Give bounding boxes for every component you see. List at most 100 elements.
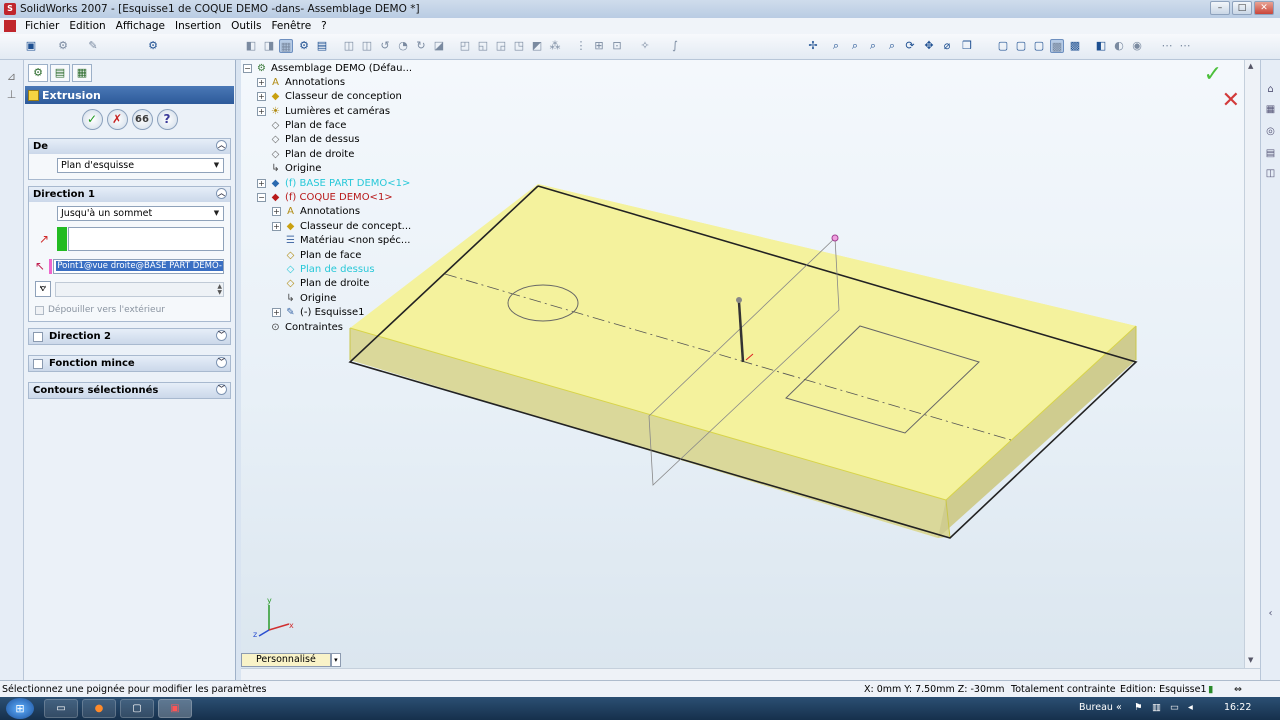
fillet-icon[interactable]: ◰ [458, 39, 472, 53]
assembly-icon[interactable]: ⚙ [146, 39, 160, 53]
help-button[interactable]: ? [156, 108, 178, 130]
dropdown-arrow-icon[interactable]: ▼ [211, 208, 222, 219]
maximize-button[interactable]: □ [1232, 1, 1252, 15]
mate-icon[interactable]: ◫ [342, 39, 356, 53]
tree-item-sub-origin[interactable]: ↳ Origine [284, 291, 336, 305]
rotate-icon[interactable]: ↺ [378, 39, 392, 53]
expand-node-icon[interactable]: + [257, 178, 266, 188]
tree-root[interactable]: − ⚙ Assemblage DEMO (Défau... [243, 61, 412, 75]
start-condition-select[interactable]: Plan d'esquisse ▼ [57, 158, 224, 173]
expand-node-icon[interactable]: + [257, 106, 266, 116]
shaded-icon[interactable]: ▩ [1068, 39, 1082, 53]
curves-icon[interactable]: ∫ [668, 39, 682, 53]
shell-icon[interactable]: ◲ [494, 39, 508, 53]
tray-desktop-label[interactable]: Bureau [1079, 702, 1113, 713]
tray-flag-icon[interactable]: ⚑ [1134, 702, 1143, 713]
tree-item-coque-demo[interactable]: − ◆ (f) COQUE DEMO<1> [257, 190, 393, 204]
circular-pattern-icon[interactable]: ⊡ [610, 39, 624, 53]
view-palette-icon[interactable]: ▤ [1264, 148, 1277, 161]
zoom-selection-icon[interactable]: ⌕ [885, 39, 899, 53]
view-orientation-icon[interactable]: ✢ [806, 39, 820, 53]
tree-item-annotations[interactable]: + A Annotations [257, 75, 345, 89]
config-tab[interactable]: Personnalisé [241, 652, 331, 667]
tree-item-base-part[interactable]: + ◆ (f) BASE PART DEMO<1> [257, 176, 410, 190]
shadows-icon[interactable]: ◐ [1112, 39, 1126, 53]
tray-volume-icon[interactable]: ◂ [1188, 702, 1193, 713]
tree-item-sub-design-binder[interactable]: + ◆ Classeur de concept... [272, 219, 411, 233]
appearances-icon[interactable]: ◫ [1264, 168, 1277, 181]
ok-button[interactable]: ✓ [81, 108, 103, 130]
move-icon[interactable]: ◫ [360, 39, 374, 53]
graphics-area[interactable]: y x z − ⚙ Assemblage DEMO (Défau... + A … [241, 60, 1260, 668]
dimension-tool-icon[interactable]: ⊥ [5, 88, 18, 101]
vertex-point[interactable] [831, 234, 839, 242]
menu-outils[interactable]: Outils [226, 20, 266, 32]
tree-item-material[interactable]: ☰ Matériau <non spéc... [284, 233, 410, 247]
cancel-button[interactable]: ✗ [106, 108, 128, 130]
vertex-icon[interactable]: ↖ [35, 257, 45, 275]
tree-item-front-plane[interactable]: ◇ Plan de face [269, 118, 347, 132]
minimize-button[interactable]: – [1210, 1, 1230, 15]
end-condition-select[interactable]: Jusqu'à un sommet ▼ [57, 206, 224, 221]
menu-affichage[interactable]: Affichage [111, 20, 170, 32]
expand-icon[interactable]: ﹀ [216, 357, 227, 368]
collapse-node-icon[interactable]: − [243, 63, 252, 73]
smart-dimension-icon[interactable]: ▦ [279, 39, 293, 53]
collapse-pane-icon[interactable]: ‹ [1264, 608, 1277, 621]
menu-insertion[interactable]: Insertion [170, 20, 226, 32]
menu-fenetre[interactable]: Fenêtre [266, 20, 316, 32]
solidworks-taskbar-icon[interactable]: ▣ [158, 699, 192, 718]
tree-item-sub-annotations[interactable]: + A Annotations [272, 204, 360, 218]
scroll-up-icon[interactable]: ▲ [1248, 62, 1253, 70]
close-button[interactable]: ✕ [1254, 1, 1274, 15]
linear-pattern-icon[interactable]: ⊞ [592, 39, 606, 53]
edit-component-icon[interactable]: ⚙ [297, 39, 311, 53]
rebuild-status-icon[interactable]: ▮ [1208, 684, 1213, 695]
draft-icon[interactable]: ◩ [530, 39, 544, 53]
window-taskbar-icon[interactable]: ▢ [120, 699, 154, 718]
hidden-lines-visible-icon[interactable]: ▢ [1014, 39, 1028, 53]
help-status-icon[interactable]: ⇔ [1234, 684, 1242, 695]
file-explorer-icon[interactable]: ◎ [1264, 126, 1277, 139]
collapse-node-icon[interactable]: − [257, 192, 266, 202]
chamfer-icon[interactable]: ◱ [476, 39, 490, 53]
explode-icon[interactable]: ↻ [414, 39, 428, 53]
scroll-down-icon[interactable]: ▼ [1248, 656, 1253, 664]
insert-component-icon[interactable]: ▤ [315, 39, 329, 53]
feature-manager-tab-icon[interactable]: ⚙ [28, 64, 48, 82]
vertical-scrollbar[interactable]: ▲ ▼ [1244, 60, 1260, 668]
tree-item-sub-top-plane[interactable]: ◇ Plan de dessus [284, 262, 375, 276]
hidden-lines-removed-icon[interactable]: ▢ [1032, 39, 1046, 53]
menu-help[interactable]: ? [316, 20, 332, 32]
pattern-icon[interactable]: ⁂ [548, 39, 562, 53]
zoom-in-out-icon[interactable]: ⌕ [866, 39, 880, 53]
mirror-icon[interactable]: ⋮ [574, 39, 588, 53]
group-contours-header[interactable]: Contours sélectionnés ﹀ [29, 383, 230, 398]
expand-node-icon[interactable]: + [257, 91, 266, 101]
group-direction2-header[interactable]: Direction 2 ﹀ [29, 329, 230, 344]
expand-node-icon[interactable]: + [272, 307, 281, 317]
zoom-area-icon[interactable]: ⌕ [848, 39, 862, 53]
tree-item-right-plane[interactable]: ◇ Plan de droite [269, 147, 355, 161]
sketch-icon[interactable]: ✎ [86, 39, 100, 53]
direction2-checkbox[interactable] [33, 331, 43, 342]
draft-angle-spinner[interactable]: ▲ ▼ [55, 281, 224, 297]
config-dropdown-icon[interactable]: ▾ [330, 652, 341, 667]
sketch-tool-icon[interactable]: ⊿ [5, 70, 18, 83]
realview-icon[interactable]: ◉ [1130, 39, 1144, 53]
vertex-field[interactable]: Point1@vue droite@BASE PART DEMO- [53, 258, 224, 274]
drag-handle[interactable] [736, 297, 742, 303]
tree-item-sub-front-plane[interactable]: ◇ Plan de face [284, 248, 362, 262]
section-view-icon[interactable]: ◧ [1094, 39, 1108, 53]
direction-arrow-icon[interactable]: ↗ [35, 230, 53, 248]
zoom-fit-icon[interactable]: ⌕ [829, 39, 843, 53]
tray-display-icon[interactable]: ▭ [1170, 702, 1179, 713]
tree-item-top-plane[interactable]: ◇ Plan de dessus [269, 132, 360, 146]
rotate-view-icon[interactable]: ⟳ [903, 39, 917, 53]
collision-icon[interactable]: ◔ [396, 39, 410, 53]
draft-toggle-icon[interactable]: ⦡ [35, 281, 51, 297]
wireframe-icon[interactable]: ▢ [996, 39, 1010, 53]
firefox-taskbar-icon[interactable]: ● [82, 699, 116, 718]
cancel-corner-icon[interactable]: ✕ [1222, 88, 1240, 113]
pan-icon[interactable]: ✥ [922, 39, 936, 53]
